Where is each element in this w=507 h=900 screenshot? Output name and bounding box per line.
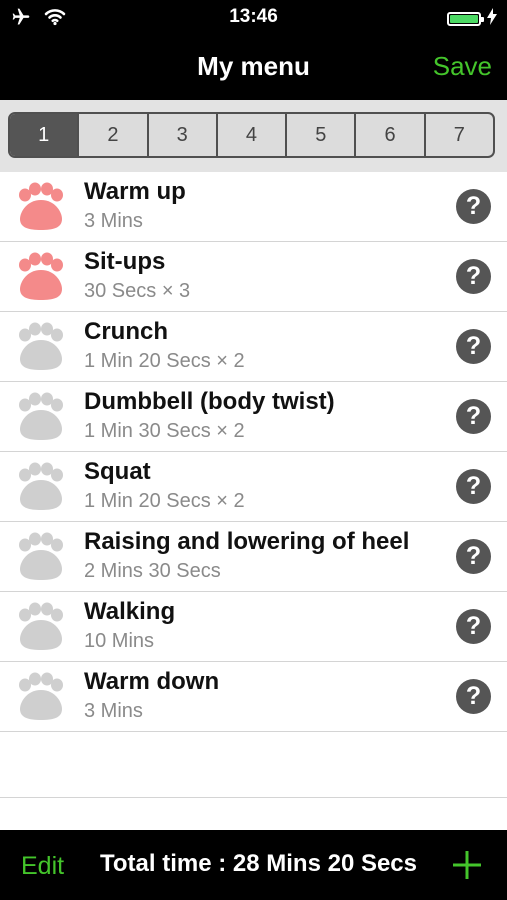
- list-item[interactable]: Warm down 3 Mins ?: [0, 662, 507, 732]
- help-icon[interactable]: ?: [456, 399, 491, 434]
- exercise-duration: 1 Min 20 Secs × 2: [84, 350, 245, 372]
- list-item[interactable]: Sit-ups 30 Secs × 3 ?: [0, 242, 507, 312]
- charging-icon: [487, 8, 497, 30]
- exercise-duration: 2 Mins 30 Secs: [84, 560, 221, 582]
- exercise-name: Squat: [84, 458, 151, 485]
- help-icon[interactable]: ?: [456, 679, 491, 714]
- status-time: 13:46: [229, 6, 278, 27]
- exercise-duration: 30 Secs × 3: [84, 280, 191, 302]
- segment-7[interactable]: 7: [423, 114, 493, 156]
- paw-icon: [14, 532, 68, 587]
- list-item[interactable]: Warm up 3 Mins ?: [0, 172, 507, 242]
- exercise-name: Walking: [84, 598, 176, 625]
- help-icon[interactable]: ?: [456, 259, 491, 294]
- edit-button[interactable]: Edit: [21, 852, 64, 881]
- paw-icon: [14, 602, 68, 657]
- help-icon[interactable]: ?: [456, 539, 491, 574]
- battery-icon: [447, 12, 484, 26]
- navigation-bar: My menu Save: [0, 34, 507, 100]
- list-item[interactable]: Squat 1 Min 20 Secs × 2 ?: [0, 452, 507, 522]
- paw-icon: [14, 322, 68, 377]
- segment-1[interactable]: 1: [10, 114, 78, 156]
- day-selector-bar: 1234567: [0, 100, 507, 172]
- bottom-toolbar: Edit Total time : 28 Mins 20 Secs: [0, 830, 507, 900]
- status-bar: 13:46: [0, 0, 507, 34]
- paw-icon: [14, 392, 68, 447]
- day-segmented-control: 1234567: [8, 112, 495, 158]
- paw-icon: [14, 252, 68, 307]
- paw-icon: [14, 182, 68, 237]
- segment-4[interactable]: 4: [215, 114, 285, 156]
- exercise-name: Raising and lowering of heel: [84, 528, 410, 555]
- exercise-duration: 3 Mins: [84, 700, 143, 722]
- page-title: My menu: [197, 51, 310, 81]
- exercise-name: Warm up: [84, 178, 186, 205]
- help-icon[interactable]: ?: [456, 469, 491, 504]
- list-item[interactable]: Walking 10 Mins ?: [0, 592, 507, 662]
- help-icon[interactable]: ?: [456, 609, 491, 644]
- add-icon[interactable]: [452, 850, 482, 885]
- total-time-label: Total time : 28 Mins 20 Secs: [100, 850, 418, 877]
- exercise-duration: 3 Mins: [84, 210, 143, 232]
- help-icon[interactable]: ?: [456, 189, 491, 224]
- exercise-name: Warm down: [84, 668, 220, 695]
- help-icon[interactable]: ?: [456, 329, 491, 364]
- exercise-name: Sit-ups: [84, 248, 166, 275]
- segment-5[interactable]: 5: [285, 114, 354, 156]
- exercise-duration: 1 Min 20 Secs × 2: [84, 490, 245, 512]
- save-button[interactable]: Save: [433, 51, 492, 82]
- paw-icon: [14, 462, 68, 517]
- segment-2[interactable]: 2: [77, 114, 146, 156]
- exercise-duration: 10 Mins: [84, 630, 155, 652]
- exercise-name: Dumbbell (body twist): [84, 388, 335, 415]
- segment-6[interactable]: 6: [354, 114, 423, 156]
- paw-icon: [14, 672, 68, 727]
- exercise-name: Crunch: [84, 318, 168, 345]
- segment-3[interactable]: 3: [146, 114, 216, 156]
- list-divider: [0, 797, 507, 798]
- list-item[interactable]: Raising and lowering of heel 2 Mins 30 S…: [0, 522, 507, 592]
- list-item[interactable]: Dumbbell (body twist) 1 Min 30 Secs × 2 …: [0, 382, 507, 452]
- exercise-list: Warm up 3 Mins ? Sit-ups 30 Secs × 3 ? C…: [0, 172, 507, 732]
- list-item[interactable]: Crunch 1 Min 20 Secs × 2 ?: [0, 312, 507, 382]
- exercise-duration: 1 Min 30 Secs × 2: [84, 420, 245, 442]
